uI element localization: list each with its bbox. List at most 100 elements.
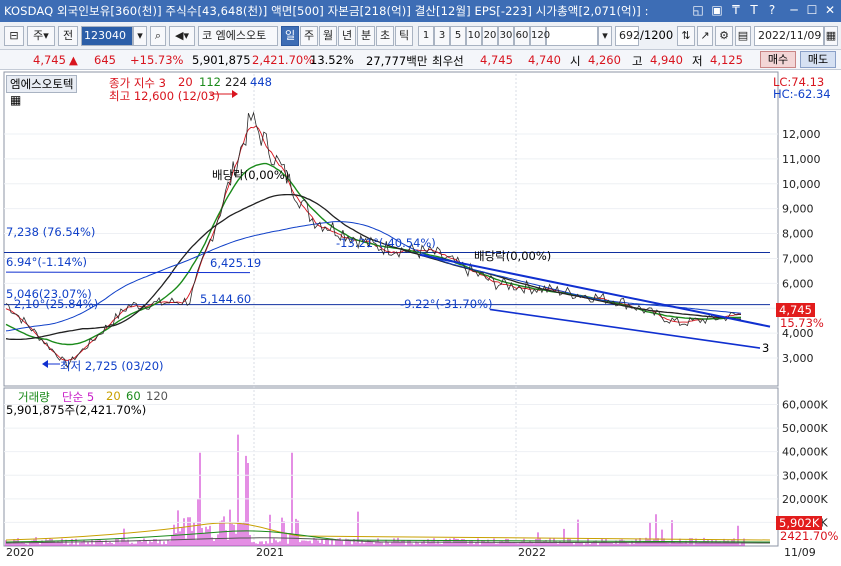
volume-tick-label: 20,000K (782, 493, 828, 506)
stock-name-field: 코 엠에스오토 (198, 26, 278, 46)
interval-dropdown-icon[interactable]: ▾ (598, 26, 612, 46)
x-axis-label: 2020 (6, 546, 34, 559)
save-icon[interactable]: ▤ (735, 26, 751, 46)
indicator-icon[interactable]: ⇅ (677, 26, 695, 46)
interval-1-button[interactable]: 1 (418, 26, 434, 46)
period-6-button[interactable]: 틱 (395, 26, 413, 46)
interval-3-button[interactable]: 3 (434, 26, 450, 46)
window-titlebar: KOSDAQ 외국인보유[360(천)] 주식수[43,648(천)] 액면[5… (0, 0, 841, 22)
ma-448-label: 448 (250, 75, 272, 89)
price-tick-label: 12,000 (782, 128, 821, 141)
sound-icon[interactable]: ◀▾ (169, 26, 195, 46)
ma-224-label: 224 (225, 75, 247, 89)
current-pct-tag: 15.73% (780, 316, 824, 330)
angle-label-3: 2,10°(25.84%) (14, 297, 99, 311)
volume-tick-label: 40,000K (782, 446, 828, 459)
price-tick-label: 9,000 (782, 203, 814, 216)
change-value: 645 (94, 53, 116, 67)
font-icon[interactable]: T (746, 2, 762, 18)
volume-note: 5,901,875주(2,421.70%) (6, 403, 147, 417)
angle-label-5: -13.21°(-40.54%) (336, 236, 436, 250)
current-volume-pct: 2421.70% (780, 529, 839, 543)
list-icon[interactable]: ⊟ (4, 26, 24, 46)
low-label: 저 (692, 54, 703, 68)
hline-label-top: 7,238 (76.54%) (6, 225, 96, 239)
table-icon[interactable]: ▦ (10, 93, 21, 107)
interval-20-button[interactable]: 20 (482, 26, 498, 46)
market-select[interactable]: 주▾ (27, 26, 55, 46)
interval-120-button[interactable]: 120 (530, 26, 550, 46)
period-all-button[interactable]: 전 (58, 26, 78, 46)
period-5-button[interactable]: 초 (376, 26, 394, 46)
volume-value: 5,901,875 (192, 53, 251, 67)
price-tick-label: 8,000 (782, 228, 814, 241)
current-volume-tag: 5,902K (776, 516, 823, 530)
price-tick-label: 6,000 (782, 277, 814, 290)
up-arrow-icon: ▲ (69, 53, 78, 67)
settings-icon[interactable]: ⚙ (715, 26, 733, 46)
count-input[interactable]: 692 (615, 26, 640, 46)
angle-label-1: 6.94°(-1.14%) (6, 255, 88, 269)
price-summary-bar: 4,745 ▲ 645 +15.73% 5,901,875 2,421.70% … (0, 50, 841, 70)
interval-5-button[interactable]: 5 (450, 26, 466, 46)
price-tick-label: 11,000 (782, 153, 821, 166)
calendar-icon[interactable]: ▦ (824, 26, 838, 46)
pin-icon[interactable]: ₸ (728, 2, 744, 18)
interval-30-button[interactable]: 30 (498, 26, 514, 46)
ask-price: 4,745 (480, 53, 513, 67)
price-panel (3, 71, 779, 387)
angle-label-6: -9.22°(-31.70%) (400, 297, 493, 311)
x-axis-label: 2022 (518, 546, 546, 559)
hline-label-bottom: 5,144.60 (200, 292, 252, 306)
hc-value: HC:-62.34 (773, 87, 831, 101)
period-1-button[interactable]: 주 (300, 26, 318, 46)
period-0-button[interactable]: 일 (281, 26, 299, 46)
chart-toolbar: ⊟ 주▾ 전 123040 ▾ ⌕ ◀▾ 코 엠에스오토 ▾ 692 /1200… (0, 22, 841, 50)
high-annotation: 최고 12,600 (12/03) (109, 89, 220, 103)
close-icon[interactable]: ✕ (822, 2, 838, 18)
interval-60-button[interactable]: 60 (514, 26, 530, 46)
price-tick-label: 10,000 (782, 178, 821, 191)
high-price: 4,940 (650, 53, 683, 67)
dividend-note-2: 배당락(0,00%) (474, 249, 552, 263)
buy-button[interactable]: 매수 (760, 51, 796, 68)
help-icon[interactable]: ? (764, 2, 780, 18)
code-dropdown-icon[interactable]: ▾ (133, 26, 147, 46)
count-total: /1200 (640, 28, 674, 42)
period-2-button[interactable]: 월 (319, 26, 337, 46)
stock-code-input[interactable]: 123040 (81, 26, 133, 46)
sell-button[interactable]: 매도 (800, 51, 836, 68)
stock-name: 엠에스오토 (215, 29, 267, 42)
window-title: KOSDAQ 외국인보유[360(천)] 주식수[43,648(천)] 액면[5… (4, 4, 649, 18)
volume-tick-label: 50,000K (782, 422, 828, 435)
maximize-icon[interactable]: ☐ (804, 2, 820, 18)
interval-10-button[interactable]: 10 (466, 26, 482, 46)
market-select-label: 주 (33, 29, 44, 42)
price-tick-label: 3,000 (782, 352, 814, 365)
restore-icon[interactable]: ◱ (690, 2, 706, 18)
current-price-tag: 4,745 (776, 303, 815, 317)
ma-20-label: 20 (178, 75, 193, 89)
market-prefix: 코 (202, 29, 213, 42)
x-axis-label: 11/09 (784, 546, 816, 559)
current-price: 4,745 (33, 53, 66, 67)
vol-ma-60-label: 60 (126, 389, 141, 403)
change-percent: +15.73% (130, 53, 184, 67)
stack-icon[interactable]: ▣ (709, 2, 725, 18)
period-3-button[interactable]: 년 (338, 26, 356, 46)
chart-stock-name[interactable]: 엠에스오토텍 (6, 75, 78, 93)
volume-percent: 2,421.70% (252, 53, 315, 67)
trading-amount: 27,777백만 (366, 54, 428, 68)
minimize-icon[interactable]: ─ (786, 2, 802, 18)
dividend-note-1: 배당락(0,00%) (212, 168, 290, 182)
date-input[interactable]: 2022/11/09 (754, 26, 824, 46)
stock-chart[interactable]: 12,000 11,000 10,000 9,000 8,000 7,000 6,000 5,… (0, 70, 841, 566)
draw-icon[interactable]: ↗ (697, 26, 713, 46)
period-4-button[interactable]: 분 (357, 26, 375, 46)
volume-tick-label: 60,000K (782, 399, 828, 412)
high-label: 고 (632, 54, 643, 68)
low-annotation: 최저 2,725 (03/20) (60, 359, 164, 373)
search-icon[interactable]: ⌕ (150, 26, 166, 46)
bid-price: 4,740 (528, 53, 561, 67)
interval-input[interactable] (546, 26, 598, 46)
